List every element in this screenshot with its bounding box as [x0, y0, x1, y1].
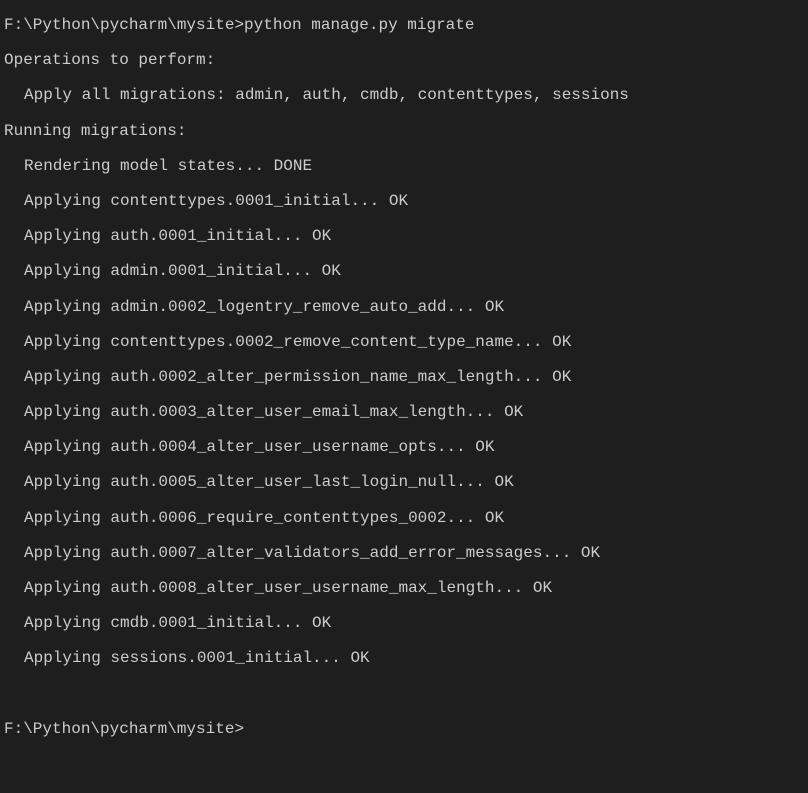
empty-line — [4, 677, 804, 712]
migration-line: Applying admin.0002_logentry_remove_auto… — [4, 290, 804, 325]
migration-line: Applying admin.0001_initial... OK — [4, 254, 804, 289]
migration-line: Applying auth.0005_alter_user_last_login… — [4, 465, 804, 500]
migration-line: Applying auth.0002_alter_permission_name… — [4, 360, 804, 395]
rendering-states: Rendering model states... DONE — [4, 149, 804, 184]
migration-line: Applying auth.0001_initial... OK — [4, 219, 804, 254]
running-migrations-header: Running migrations: — [4, 114, 804, 149]
migration-line: Applying sessions.0001_initial... OK — [4, 641, 804, 676]
operations-header: Operations to perform: — [4, 43, 804, 78]
migration-line: Applying contenttypes.0001_initial... OK — [4, 184, 804, 219]
migration-line: Applying auth.0004_alter_user_username_o… — [4, 430, 804, 465]
migration-line: Applying cmdb.0001_initial... OK — [4, 606, 804, 641]
command-prompt-line: F:\Python\pycharm\mysite> — [4, 712, 804, 747]
migration-line: Applying auth.0007_alter_validators_add_… — [4, 536, 804, 571]
terminal-output[interactable]: F:\Python\pycharm\mysite>python manage.p… — [4, 8, 804, 747]
migration-line: Applying contenttypes.0002_remove_conten… — [4, 325, 804, 360]
migration-line: Applying auth.0006_require_contenttypes_… — [4, 501, 804, 536]
command-prompt-line: F:\Python\pycharm\mysite>python manage.p… — [4, 8, 804, 43]
migration-line: Applying auth.0003_alter_user_email_max_… — [4, 395, 804, 430]
apply-all-migrations: Apply all migrations: admin, auth, cmdb,… — [4, 78, 804, 113]
migration-line: Applying auth.0008_alter_user_username_m… — [4, 571, 804, 606]
